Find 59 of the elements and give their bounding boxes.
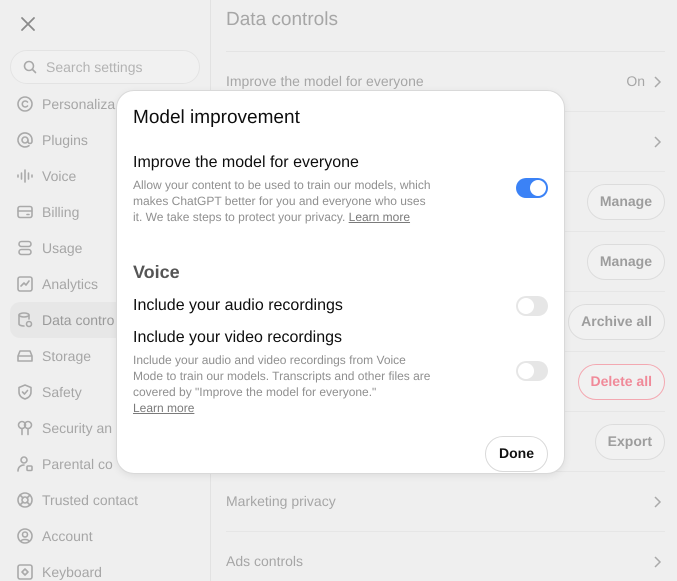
shield-icon bbox=[16, 383, 34, 401]
sidebar-item-label: Keyboard bbox=[42, 562, 102, 581]
drive-icon bbox=[16, 347, 34, 365]
action-button[interactable]: Manage bbox=[586, 244, 665, 280]
toggle-switch[interactable] bbox=[516, 178, 548, 198]
learn-more-link[interactable]: Learn more bbox=[348, 210, 410, 224]
action-button[interactable]: Export bbox=[594, 424, 665, 460]
chevron-icon[interactable] bbox=[653, 494, 662, 508]
toggle-switch[interactable] bbox=[516, 360, 548, 380]
sidebar-item-label: Personaliza bbox=[42, 94, 116, 114]
sidebar-item-label: Billing bbox=[42, 202, 80, 222]
swirl-icon bbox=[16, 95, 34, 113]
setting-label: Ads controls bbox=[226, 552, 304, 571]
sidebar-item-label: Storage bbox=[42, 346, 92, 366]
card-icon bbox=[16, 203, 34, 221]
sidebar-item-label: Plugins bbox=[42, 130, 88, 150]
sidebar-item-label: Account bbox=[42, 526, 93, 546]
action-button[interactable]: Manage bbox=[586, 184, 665, 220]
sidebar-item-label: Analytics bbox=[42, 274, 98, 294]
chart-icon bbox=[16, 275, 34, 293]
key-icon bbox=[16, 419, 34, 437]
sidebar-item-label: Data contro bbox=[42, 310, 114, 330]
sidebar-item[interactable]: Account bbox=[10, 518, 200, 554]
lifebuoy-icon bbox=[16, 491, 34, 509]
action-button[interactable]: Archive all bbox=[568, 304, 665, 340]
search-icon bbox=[23, 60, 37, 74]
toggle-switch[interactable] bbox=[516, 296, 548, 316]
setting-value: On bbox=[626, 72, 645, 91]
chevron-icon[interactable] bbox=[653, 134, 662, 148]
learn-more-link[interactable]: Learn more bbox=[133, 400, 194, 414]
sidebar-item-label: Security an bbox=[42, 418, 112, 438]
sidebar-item-label: Safety bbox=[42, 382, 82, 402]
database-icon bbox=[16, 311, 34, 329]
page-title: Data controls bbox=[226, 9, 338, 30]
sidebar-item[interactable]: Keyboard bbox=[10, 554, 200, 581]
setting-description: Allow your content to be used to train our models, which makes ChatGPT better for you and everyone who uses it. We take steps to protect your privacy. Learn more bbox=[133, 176, 432, 224]
search-field[interactable]: Search settings bbox=[10, 50, 200, 84]
at-sign-icon bbox=[16, 131, 34, 149]
setting-label: Improve the model for everyone bbox=[133, 152, 360, 172]
sidebar-item-label: Trusted contact bbox=[42, 490, 138, 510]
setting-label: Improve the model for everyone bbox=[226, 72, 424, 91]
sidebar-item[interactable]: Parental co bbox=[10, 446, 200, 482]
person-icon bbox=[16, 455, 34, 473]
chevron-icon[interactable] bbox=[653, 74, 662, 88]
done-button[interactable]: Done bbox=[485, 436, 548, 472]
sidebar-item[interactable]: Trusted contact bbox=[10, 482, 200, 518]
stack-icon bbox=[16, 239, 34, 257]
setting-description: Include your audio and video recordings from Voice Mode to train our models. Transcripts and other files are covered by "Improve the model for everyone." Learn more bbox=[133, 352, 432, 416]
chevron-icon[interactable] bbox=[653, 554, 662, 568]
sidebar-item-label: Voice bbox=[42, 166, 76, 186]
delete-button[interactable]: Delete all bbox=[578, 364, 665, 400]
sidebar-item-label: Parental co bbox=[42, 454, 113, 474]
setting-label: Marketing privacy bbox=[226, 492, 336, 511]
account-icon bbox=[16, 527, 34, 545]
waveform-icon bbox=[16, 167, 34, 185]
dialog-title: Model improvement bbox=[133, 106, 301, 130]
keyboard-icon bbox=[16, 563, 34, 581]
sidebar-item-label: Usage bbox=[42, 238, 82, 258]
close-icon[interactable] bbox=[20, 16, 36, 32]
